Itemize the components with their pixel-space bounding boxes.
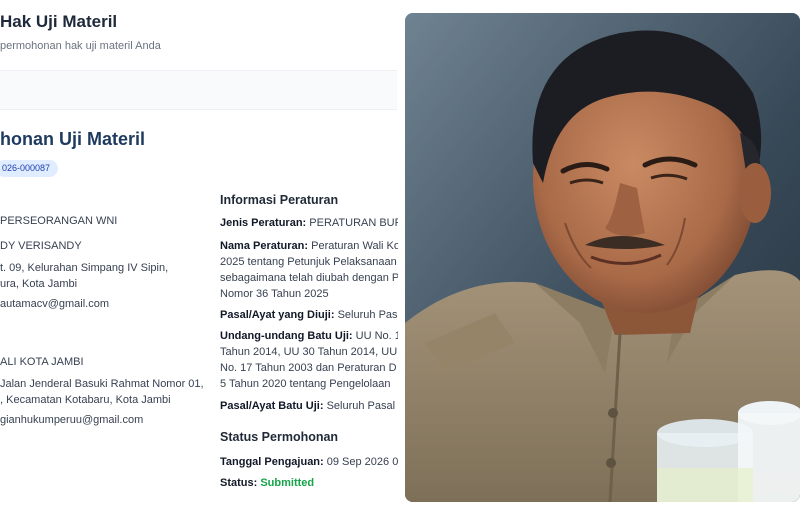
law-basis-line2: Tahun 2014, UU 30 Tahun 2014, UU [220,346,398,358]
respondent-email: gianhukumperuu@gmail.com [0,414,144,426]
regulation-name-value-1: Peraturan Wali Ko [311,240,398,252]
test-article-value: Seluruh Pasal [326,400,396,412]
status-row: Status: Submitted [220,475,314,492]
law-basis-value-1: UU No. 1 [355,330,398,342]
status-section-title: Status Permohonan [220,430,339,444]
tested-article-label: Pasal/Ayat yang Diuji: [220,309,335,321]
regulation-section-title: Informasi Peraturan [220,193,339,207]
regulation-name-line2: 2025 tentang Petunjuk Pelaksanaan [220,256,397,268]
law-basis-label: Undang-undang Batu Uji: [220,330,353,342]
status-label: Status: [220,477,258,489]
applicant-email: autamacv@gmail.com [0,298,109,310]
person-photo-illustration [405,13,800,502]
toolbar-bar [0,70,397,110]
card-title: honan Uji Materil [0,129,146,149]
status-value: Submitted [260,477,315,489]
test-article: Pasal/Ayat Batu Uji: Seluruh Pasal [220,398,395,415]
document-panel: Hak Uji Materil permohonan hak uji mater… [0,0,398,511]
applicant-name: DY VERISANDY [0,240,82,252]
regulation-type: Jenis Peraturan: PERATURAN BUPA [220,215,398,232]
regulation-name: Nama Peraturan: Peraturan Wali Ko [220,238,398,255]
page-subtitle: permohonan hak uji materil Anda [0,40,161,52]
applicant-address-line1: t. 09, Kelurahan Simpang IV Sipin, [0,262,169,274]
regulation-type-value: PERATURAN BUPA [309,217,398,229]
submission-date: Tanggal Pengajuan: 09 Sep 2026 0 [220,454,398,471]
law-basis: Undang-undang Batu Uji: UU No. 1 [220,328,398,345]
page-title: Hak Uji Materil [0,12,118,31]
tested-article: Pasal/Ayat yang Diuji: Seluruh Pasal [220,307,398,324]
applicant-address-line2: ura, Kota Jambi [0,278,78,290]
submission-date-label: Tanggal Pengajuan: [220,456,324,468]
regulation-name-line3: sebagaimana telah diubah dengan P [220,272,398,284]
law-basis-line3: No. 17 Tahun 2003 dan Peraturan D [220,362,397,374]
regulation-name-label: Nama Peraturan: [220,240,309,252]
law-basis-line4: 5 Tahun 2020 tentang Pengelolaan [220,378,391,390]
test-article-label: Pasal/Ayat Batu Uji: [220,400,324,412]
registration-badge: 026-000087 [0,160,59,177]
applicant-type: PERSEORANGAN WNI [0,215,118,227]
respondent-name: ALI KOTA JAMBI [0,356,84,368]
person-photo [405,13,800,502]
tested-article-value: Seluruh Pasal [337,309,398,321]
regulation-type-label: Jenis Peraturan: [220,217,307,229]
regulation-name-line4: Nomor 36 Tahun 2025 [220,288,329,300]
respondent-address-line1: Jalan Jenderal Basuki Rahmat Nomor 01, [0,378,204,390]
submission-date-value: 09 Sep 2026 0 [326,456,398,468]
respondent-address-line2: , Kecamatan Kotabaru, Kota Jambi [0,394,171,406]
